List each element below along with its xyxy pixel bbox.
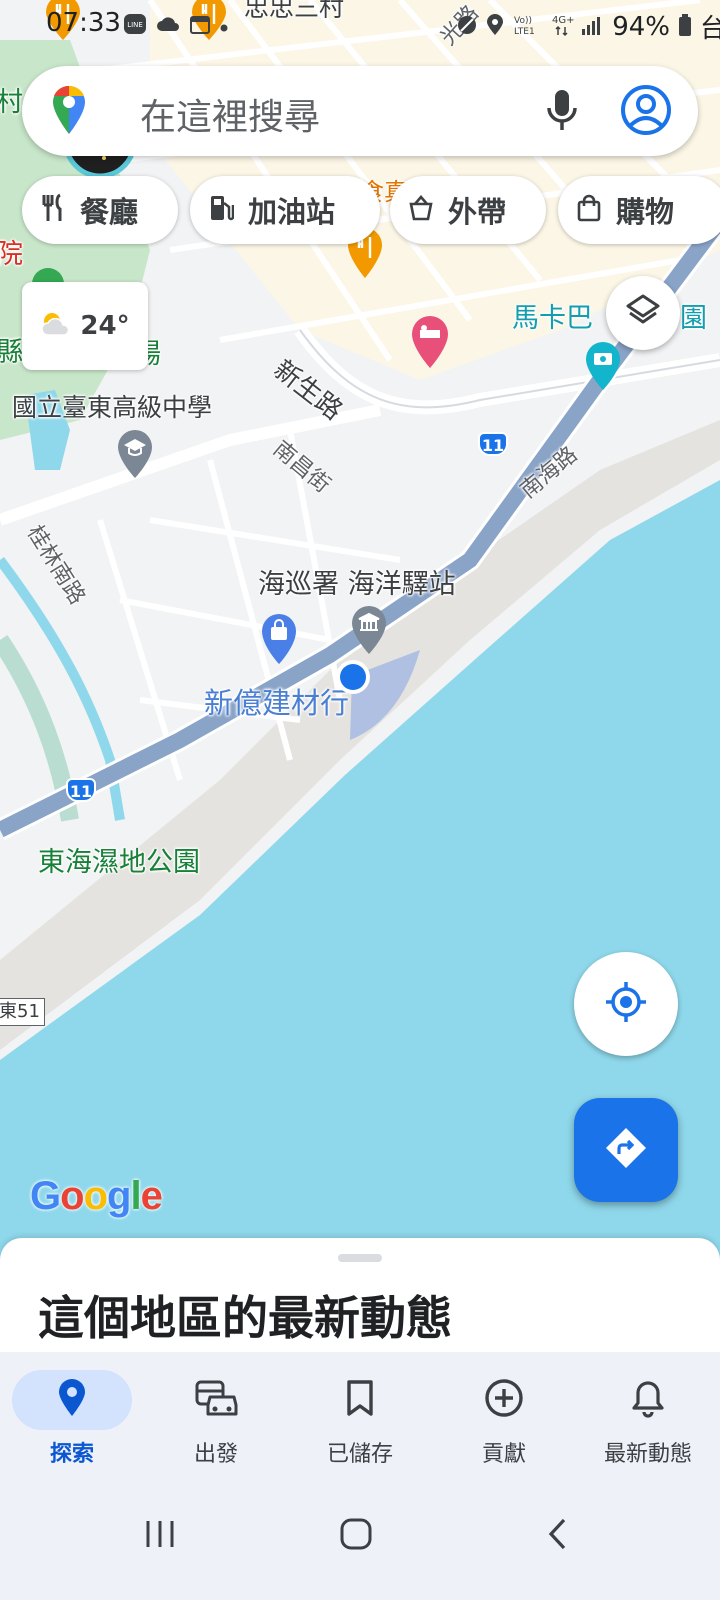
route-sign: 東51 xyxy=(0,998,45,1026)
calendar-icon xyxy=(190,14,210,38)
google-maps-logo-icon xyxy=(52,85,86,140)
4g-data-icon: 4G+ xyxy=(550,13,575,41)
takeout-icon xyxy=(408,194,434,226)
chip-takeout[interactable]: 外帶 xyxy=(390,176,546,244)
account-avatar-icon[interactable] xyxy=(620,84,672,140)
nav-explore[interactable]: 探索 xyxy=(0,1352,144,1476)
chip-shopping[interactable]: 購物 xyxy=(558,176,720,244)
svg-text:LINE: LINE xyxy=(127,21,143,29)
chip-restaurants[interactable]: 餐廳 xyxy=(22,176,178,244)
back-icon xyxy=(546,1517,570,1555)
svg-text:LTE1: LTE1 xyxy=(514,27,535,37)
bookmark-icon xyxy=(345,1379,375,1421)
map-label-coast-guard: 海巡署 海洋驛站 xyxy=(258,569,456,600)
chip-gas-stations[interactable]: 加油站 xyxy=(190,176,380,244)
location-status-icon xyxy=(486,13,504,40)
battery-percent: 94% xyxy=(612,11,670,42)
google-logo: Google xyxy=(30,1174,163,1218)
cloud-icon xyxy=(156,16,180,36)
line-app-icon: LINE xyxy=(124,14,146,38)
bell-icon xyxy=(631,1378,665,1422)
nav-saved[interactable]: 已儲存 xyxy=(288,1352,432,1476)
signal-icon xyxy=(582,15,604,39)
notification-dot-icon xyxy=(220,17,228,36)
system-navigation-bar xyxy=(0,1476,720,1600)
my-location-button[interactable] xyxy=(574,952,678,1056)
restaurant-icon xyxy=(40,193,66,227)
directions-button[interactable] xyxy=(574,1098,678,1202)
back-button[interactable] xyxy=(528,1506,588,1566)
map-label-makaba: 馬卡巴 xyxy=(512,303,593,334)
recent-apps-icon xyxy=(144,1519,176,1553)
shopping-bag-icon xyxy=(576,194,602,226)
nav-updates[interactable]: 最新動態 xyxy=(576,1352,720,1476)
map-label-wetland-park: 東海濕地公園 xyxy=(38,847,200,878)
map-label-school: 國立臺東高級中學 xyxy=(12,393,213,422)
nav-go[interactable]: 出發 xyxy=(144,1352,288,1476)
category-chips: 餐廳 加油站 外帶 購物 xyxy=(22,176,720,246)
bluetooth-mute-icon xyxy=(456,14,478,40)
map-label-left-edge-3: 縣 xyxy=(0,337,23,368)
battery-icon xyxy=(678,13,692,40)
map-label-left-edge-2: 院 xyxy=(0,239,23,270)
layers-icon xyxy=(624,292,662,334)
highway-shield: 11 xyxy=(478,432,508,456)
gas-station-icon xyxy=(208,193,235,227)
sheet-drag-handle[interactable] xyxy=(338,1254,382,1262)
explore-pin-icon xyxy=(57,1378,87,1422)
search-bar[interactable]: 在這裡搜尋 xyxy=(22,66,698,156)
layers-button[interactable] xyxy=(606,276,680,350)
commute-icon xyxy=(194,1379,238,1421)
status-bar: 07:33 LINE Vo)) LTE1 4G+ 94% 台 xyxy=(0,0,720,52)
search-input[interactable]: 在這裡搜尋 xyxy=(140,88,320,140)
add-circle-icon xyxy=(484,1378,524,1422)
sheet-title: 這個地區的最新動態 xyxy=(38,1291,452,1345)
svg-text:Vo)): Vo)) xyxy=(514,16,532,26)
svg-text:4G+: 4G+ xyxy=(552,15,574,26)
home-icon xyxy=(339,1517,373,1555)
home-button[interactable] xyxy=(326,1506,386,1566)
map-label-left-edge-1: 村 xyxy=(0,87,23,118)
directions-icon xyxy=(604,1126,648,1174)
bottom-navigation: 探索 出發 已儲存 貢獻 最新動態 xyxy=(0,1352,720,1476)
status-truncated-text: 台 xyxy=(699,14,720,44)
microphone-icon[interactable] xyxy=(542,88,582,138)
weather-temperature: 24° xyxy=(80,311,130,341)
nav-contribute[interactable]: 貢獻 xyxy=(432,1352,576,1476)
status-time: 07:33 xyxy=(46,8,121,38)
volte-icon: Vo)) LTE1 xyxy=(512,13,542,41)
map-label-building-store: 新億建材行 xyxy=(204,686,350,720)
highway-shield: 11 xyxy=(66,778,96,802)
map-label-makaba-tail: 園 xyxy=(680,303,707,334)
recent-apps-button[interactable] xyxy=(130,1506,190,1566)
my-location-icon xyxy=(604,980,648,1028)
partly-cloudy-icon xyxy=(40,311,72,341)
weather-widget[interactable]: 24° xyxy=(22,282,148,370)
